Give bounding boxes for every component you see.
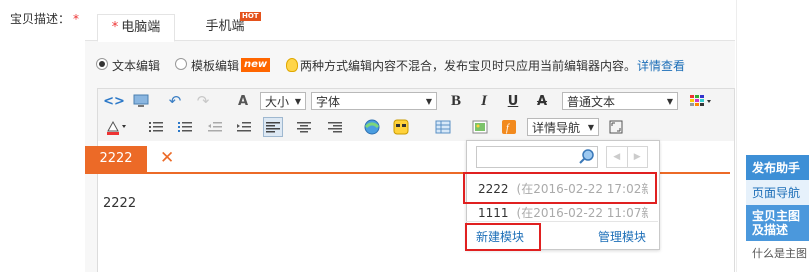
chevron-down-icon: ▼ [294,97,301,106]
module-tag[interactable]: 2222 [85,146,147,172]
font-color-icon[interactable] [104,117,130,137]
font-size-label: 大小 [265,95,290,109]
close-icon[interactable]: ✕ [160,148,174,168]
color-grid-icon[interactable] [688,91,714,111]
unordered-list-icon[interactable] [146,117,166,137]
align-left-icon[interactable] [263,117,283,137]
table-icon[interactable] [433,117,453,137]
radio-text-edit[interactable] [96,58,108,70]
detail-link[interactable]: 详情查看 [637,57,685,74]
flash-icon[interactable]: f [499,117,519,137]
required-mark: * [111,20,119,35]
paragraph-format-label: 普通文本 [567,95,616,109]
emoticon-icon[interactable] [391,117,411,137]
font-size-select[interactable]: 大小 ▼ [260,92,306,110]
align-right-icon[interactable] [325,117,345,137]
fullscreen-icon[interactable] [606,117,626,137]
bold-button[interactable]: B [446,91,466,111]
outdent-icon[interactable] [205,117,225,137]
source-code-icon[interactable]: <> [103,91,125,111]
module-meta: (在2016-02-22 11:07新 [516,206,648,220]
image-icon[interactable] [470,117,490,137]
chevron-down-icon: ▼ [587,123,594,132]
sidebar-section-title: 宝贝主图及描述 [746,205,809,241]
description-label: 宝贝描述： * [10,10,79,27]
sidebar-text: 什么是主图 [752,247,807,260]
ordered-list-icon[interactable] [175,117,195,137]
clear-format-icon[interactable]: A [233,91,253,111]
chevron-right-icon[interactable]: ▶ [626,147,648,167]
chevron-left-icon[interactable]: ◀ [607,147,627,167]
link-icon[interactable] [362,117,382,137]
sidebar-title: 发布助手 [746,155,809,180]
radio-template-edit[interactable] [175,58,187,70]
search-icon[interactable] [579,148,595,167]
bulb-icon [286,58,298,72]
module-content: 2222 [103,196,137,211]
paragraph-format-select[interactable]: 普通文本 ▼ [562,92,678,110]
publish-assistant-sidebar: 发布助手 页面导航 宝贝主图及描述 什么是主图 [746,155,809,272]
tab-mobile-label: 手机端 [205,19,245,34]
tab-pc-label: 电脑端 [121,20,161,35]
undo-icon[interactable]: ↶ [165,91,185,111]
dropdown-divider [466,221,658,222]
font-family-select[interactable]: 字体 ▼ [311,92,437,110]
detail-nav-select[interactable]: 详情导航 ▼ [527,118,599,136]
module-pager: ◀ ▶ [606,146,648,168]
new-module-link[interactable]: 新建模块 [476,228,524,245]
text-edit-label[interactable]: 文本编辑 [112,57,160,74]
description-label-text: 宝贝描述： [10,12,71,26]
redo-icon[interactable]: ↷ [193,91,213,111]
underline-button[interactable]: U [503,91,523,111]
preview-icon[interactable] [131,91,151,111]
align-center-icon[interactable] [294,117,314,137]
module-name: 1111 [478,206,509,220]
chevron-down-icon: ▼ [666,97,673,106]
list-item[interactable]: 2222 (在2016-02-22 17:02新 [478,180,648,197]
editor-notice: 两种方式编辑内容不混合，发布宝贝时只应用当前编辑器内容。 [300,59,637,73]
indent-icon[interactable] [234,117,254,137]
module-meta: (在2016-02-22 17:02新 [516,182,648,196]
detail-nav-label: 详情导航 [532,121,581,135]
page-divider [736,0,737,272]
font-family-label: 字体 [316,95,341,109]
list-item[interactable]: 1111 (在2016-02-22 11:07新 [478,204,648,221]
tab-pc[interactable]: * 电脑端 [97,14,175,42]
hot-badge: HOT [240,12,261,21]
sidebar-item-page-nav[interactable]: 页面导航 [746,180,809,205]
strikethrough-button[interactable]: A [532,91,552,111]
module-name: 2222 [478,182,509,196]
italic-button[interactable]: I [474,91,494,111]
new-badge: new [241,58,271,72]
manage-module-link[interactable]: 管理模块 [598,228,646,245]
chevron-down-icon: ▼ [425,97,432,106]
template-edit-label[interactable]: 模板编辑 [191,57,239,74]
required-mark: * [73,12,80,26]
